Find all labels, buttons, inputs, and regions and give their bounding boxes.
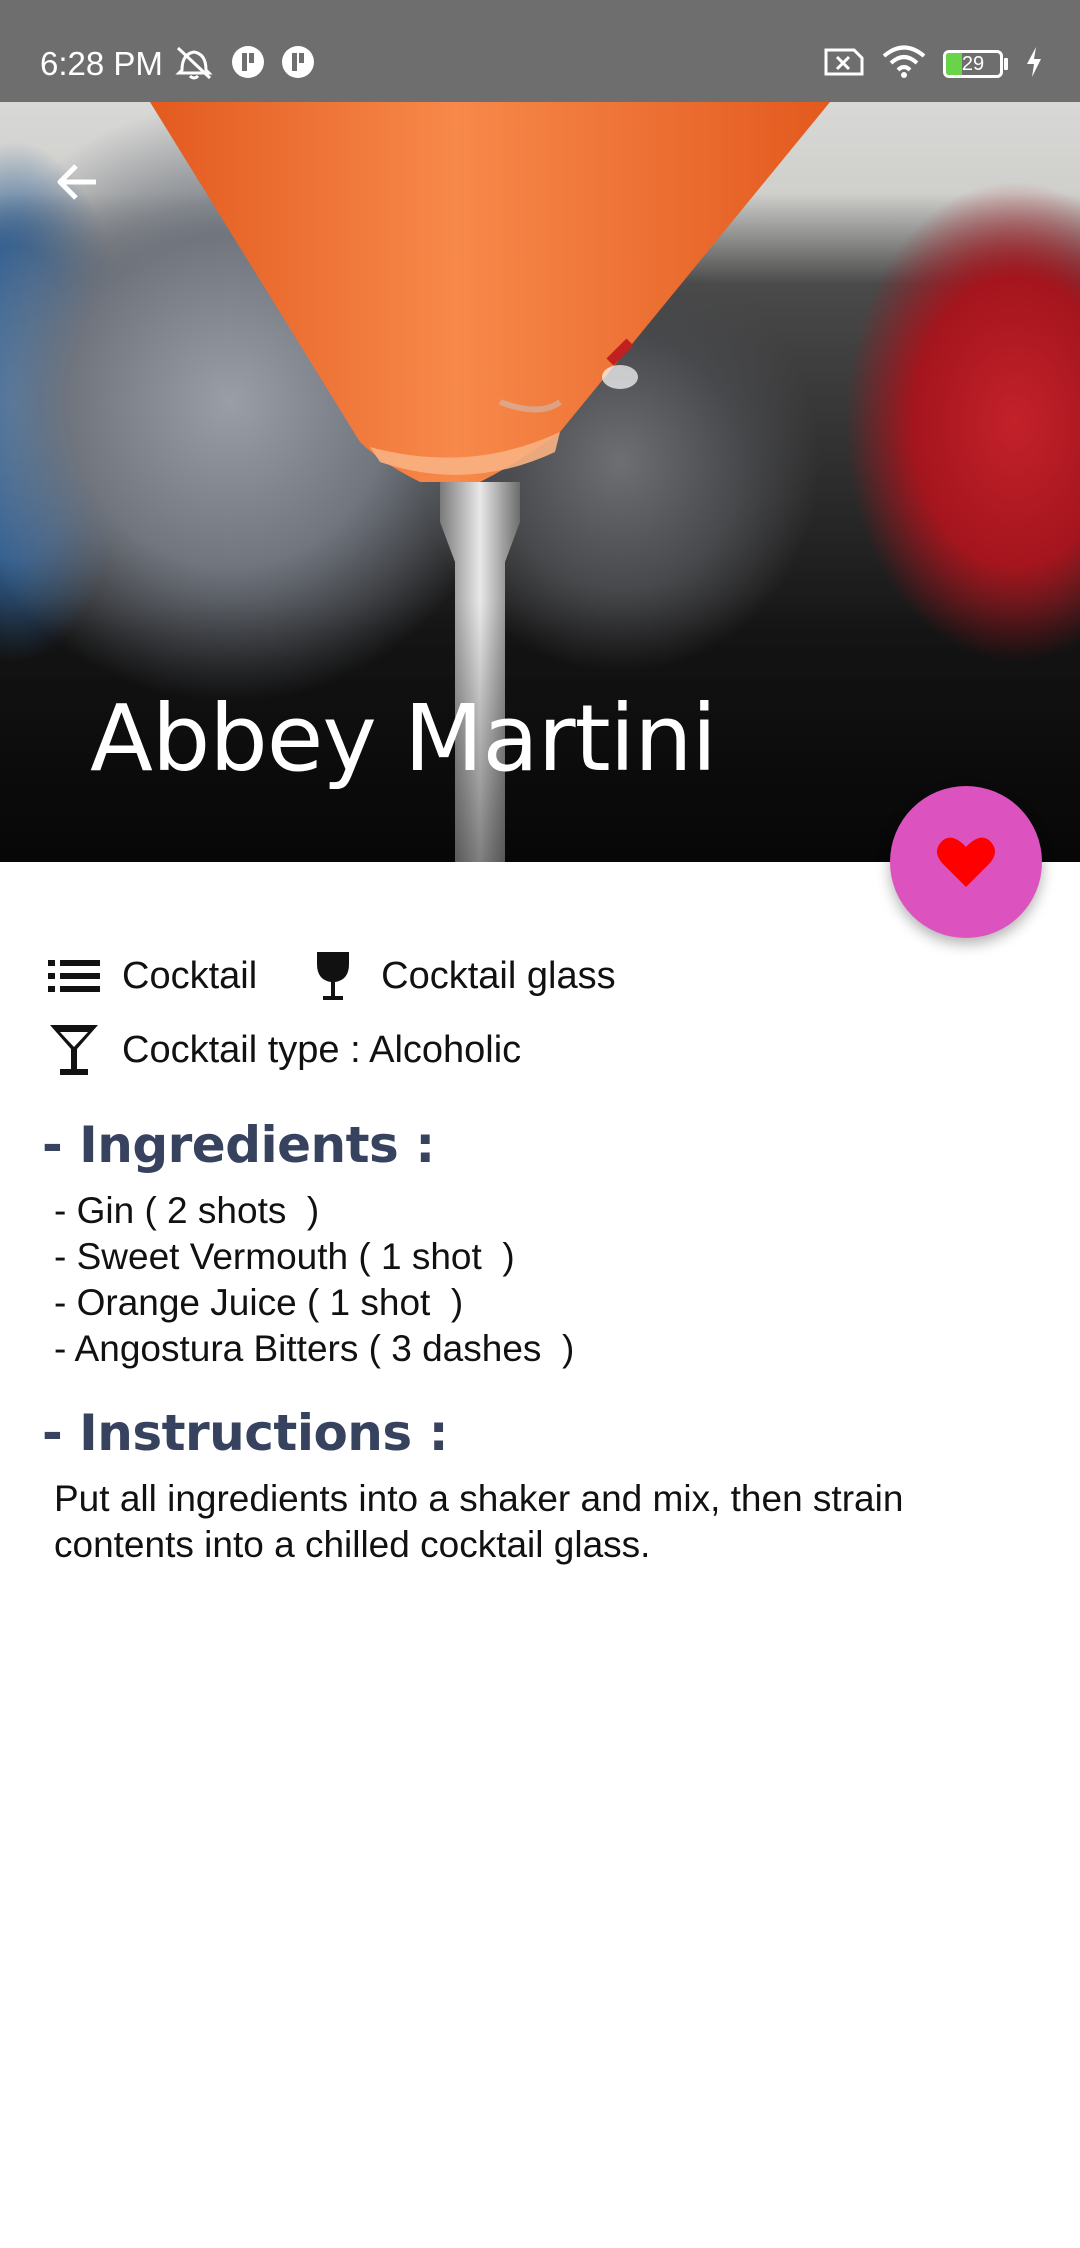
notification-app-icon [280,44,316,85]
wine-glass-icon [305,948,361,1004]
list-icon [46,948,102,1004]
battery-icon: 29 [943,50,1003,78]
ingredient-item: - Sweet Vermouth ( 1 shot ) [54,1236,515,1277]
drink-category: Cocktail [122,954,258,997]
status-bar: 6:28 PM 29 [0,0,1080,102]
favorite-button[interactable] [890,786,1042,938]
ingredient-item: - Angostura Bitters ( 3 dashes ) [54,1328,575,1369]
drink-glass: Cocktail glass [381,954,616,997]
battery-level: 29 [961,52,985,75]
charging-icon [1024,45,1044,84]
instructions-text: Put all ingredients into a shaker and mi… [54,1478,904,1565]
no-sim-icon [823,45,865,84]
back-button[interactable] [48,152,108,212]
status-time: 6:28 PM [40,45,163,82]
ingredient-item: - Gin ( 2 shots ) [54,1190,320,1231]
ingredient-item: - Orange Juice ( 1 shot ) [54,1282,464,1323]
cocktail-glass-icon [46,1022,102,1078]
drink-type-row: Cocktail type : Alcoholic [46,1022,521,1078]
alarm-off-icon [172,42,216,87]
arrow-back-icon [57,164,96,200]
ingredients-list: - Gin ( 2 shots ) - Sweet Vermouth ( 1 s… [54,1188,574,1372]
drink-hero-image: Abbey Martini [0,102,1080,862]
notification-app-icon [230,44,266,85]
drink-title: Abbey Martini [90,685,717,792]
wifi-icon [881,45,927,84]
drink-type: Cocktail type : Alcoholic [122,1028,522,1071]
ingredients-heading: - Ingredients : [42,1116,435,1174]
heart-icon [937,837,995,887]
instructions-heading: - Instructions : [42,1404,449,1462]
drink-meta-row: Cocktail Cocktail glass [46,948,616,1004]
